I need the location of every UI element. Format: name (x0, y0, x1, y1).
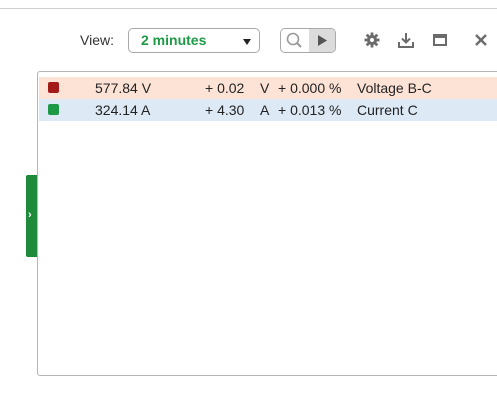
zoom-play-group (280, 28, 336, 53)
close-button[interactable] (472, 31, 490, 49)
view-select-value: 2 minutes (141, 32, 207, 48)
play-icon (318, 35, 327, 46)
series-name: Voltage B-C (357, 80, 432, 96)
series-value: 324.14 A (95, 102, 151, 118)
zoom-button[interactable] (281, 29, 309, 52)
maximize-button[interactable] (431, 31, 449, 49)
series-name: Current C (357, 102, 418, 118)
download-icon (398, 33, 414, 48)
view-label: View: (80, 32, 114, 48)
series-percent: + 0.013 % (278, 102, 342, 118)
series-value: 577.84 V (95, 80, 152, 96)
maximize-icon (433, 34, 447, 46)
trend-widget: View: 2 minutes › 577.84 V + 0.02 V + 0.… (0, 0, 497, 417)
series-delta-unit: V (260, 80, 270, 96)
expand-side-tab[interactable]: › (26, 175, 37, 257)
series-color-swatch (48, 104, 59, 115)
series-delta: + 0.02 (205, 80, 245, 96)
settings-button[interactable] (363, 31, 381, 49)
series-delta-unit: A (260, 102, 270, 118)
view-select[interactable]: 2 minutes (128, 28, 260, 53)
gear-icon (364, 32, 380, 48)
legend-row[interactable]: 577.84 V + 0.02 V + 0.000 % Voltage B-C (39, 77, 497, 99)
zoom-icon (286, 32, 302, 48)
series-percent: + 0.000 % (278, 80, 342, 96)
legend-panel: 577.84 V + 0.02 V + 0.000 % Voltage B-C … (37, 71, 497, 376)
series-color-swatch (48, 82, 59, 93)
chevron-down-icon (243, 39, 251, 45)
series-delta: + 4.30 (205, 102, 245, 118)
toolbar: View: 2 minutes (0, 27, 497, 55)
close-icon (475, 34, 487, 46)
download-button[interactable] (397, 31, 415, 49)
play-button[interactable] (309, 29, 335, 52)
top-divider (0, 8, 497, 9)
legend-row[interactable]: 324.14 A + 4.30 A + 0.013 % Current C (39, 99, 497, 121)
chevron-right-icon: › (28, 209, 32, 221)
